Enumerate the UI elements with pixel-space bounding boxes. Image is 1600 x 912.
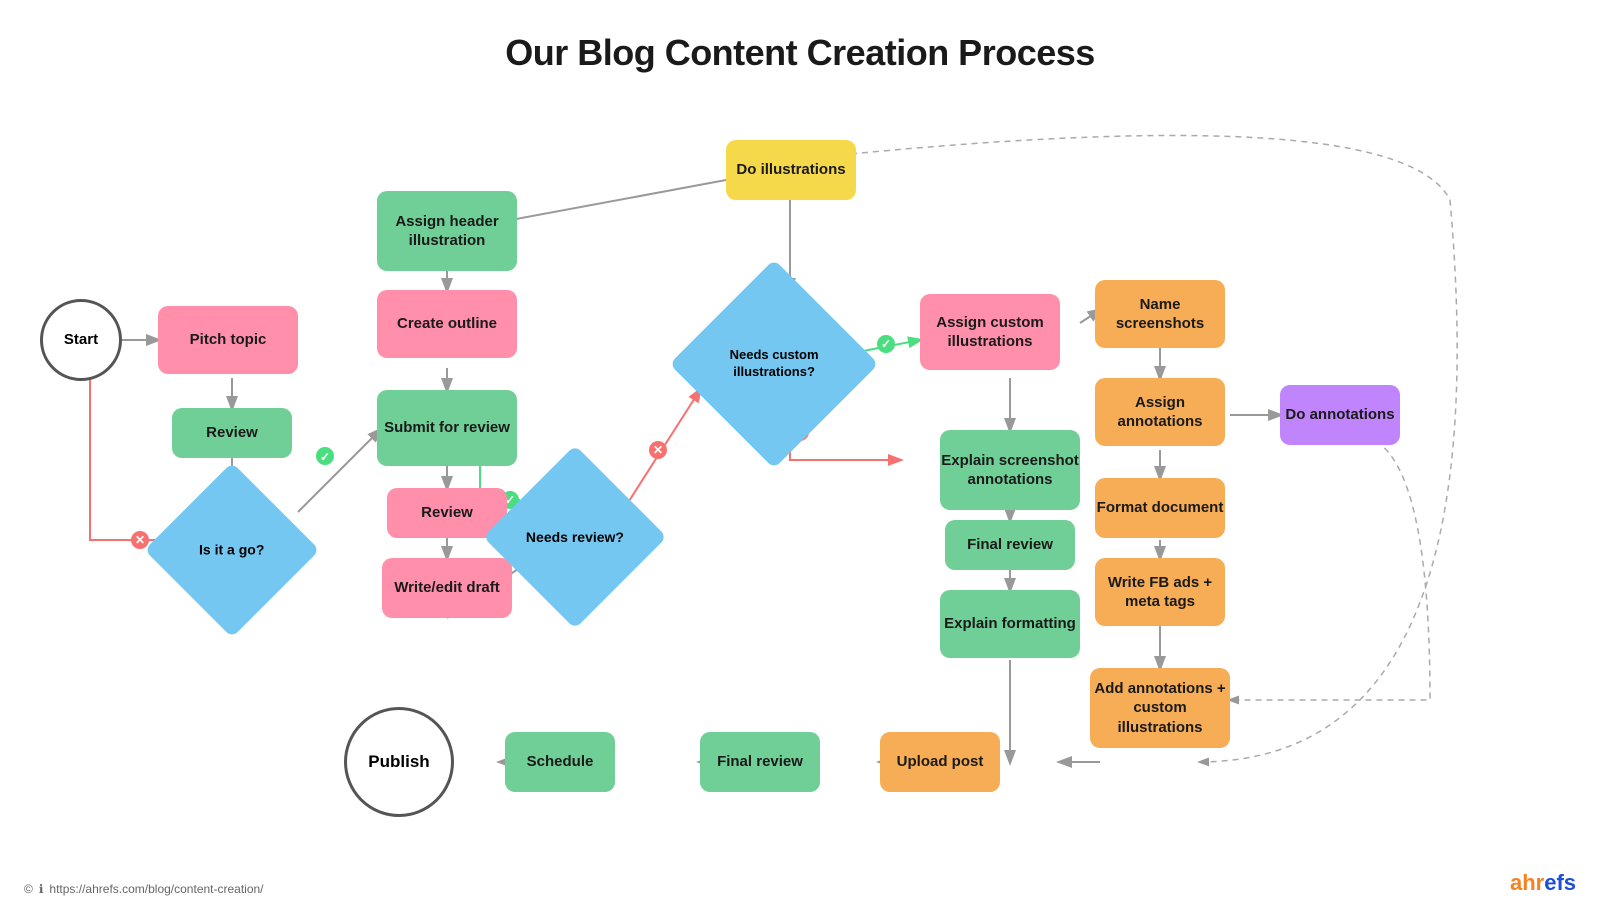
submit-for-review-label: Submit for review [384,418,510,438]
explain-formatting-label: Explain formatting [944,614,1076,634]
final-review2-node: Final review [700,732,820,792]
final-review1-label: Final review [967,535,1053,555]
write-fb-node: Write FB ads + meta tags [1095,558,1225,626]
final-review2-label: Final review [717,752,803,772]
create-outline-node: Create outline [377,290,517,358]
schedule-node: Schedule [505,732,615,792]
brand-orange: ahr [1510,870,1544,895]
do-illustrations-label: Do illustrations [736,160,845,180]
assign-custom-node: Assign custom illustrations [920,294,1060,370]
write-edit-node: Write/edit draft [382,558,512,618]
info-icon: ℹ [39,882,44,896]
do-annotations-label: Do annotations [1285,405,1394,425]
explain-screenshot-label: Explain screenshot annotations [940,451,1080,490]
add-annotations-label: Add annotations + custom illustrations [1090,679,1230,738]
footer-brand: ahrefs [1510,870,1576,896]
svg-text:✕: ✕ [135,533,145,547]
assign-header-node: Assign header illustration [377,191,517,271]
footer-url: https://ahrefs.com/blog/content-creation… [49,882,263,896]
svg-text:✓: ✓ [320,450,330,464]
publish-node: Publish [344,707,454,817]
final-review1-node: Final review [945,520,1075,570]
svg-text:✓: ✓ [881,337,891,351]
explain-screenshot-node: Explain screenshot annotations [940,430,1080,510]
start-node: Start [40,299,122,381]
svg-text:✕: ✕ [653,443,663,457]
format-document-node: Format document [1095,478,1225,538]
submit-for-review-node: Submit for review [377,390,517,466]
needs-custom-container: Needs custom illustrations? [700,290,848,438]
name-screenshots-label: Name screenshots [1095,295,1225,334]
brand-blue: efs [1544,870,1576,895]
page: Our Blog Content Creation Process ✕ [0,0,1600,912]
assign-annotations-label: Assign annotations [1095,393,1225,432]
upload-post-node: Upload post [880,732,1000,792]
needs-custom-label: Needs custom illustrations? [700,347,848,381]
assign-annotations-node: Assign annotations [1095,378,1225,446]
write-edit-label: Write/edit draft [394,578,500,598]
needs-review-label: Needs review? [526,528,624,546]
pitch-topic-node: Pitch topic [158,306,298,374]
is-it-a-go-container: Is it a go? [170,488,294,612]
name-screenshots-node: Name screenshots [1095,280,1225,348]
assign-custom-label: Assign custom illustrations [920,313,1060,352]
review1-node: Review [172,408,292,458]
write-fb-label: Write FB ads + meta tags [1095,573,1225,612]
create-outline-label: Create outline [397,314,497,334]
add-annotations-node: Add annotations + custom illustrations [1090,668,1230,748]
do-illustrations-node: Do illustrations [726,140,856,200]
start-label: Start [64,330,98,350]
review1-label: Review [206,423,258,443]
explain-formatting-node: Explain formatting [940,590,1080,658]
needs-review-container: Needs review? [510,472,640,602]
format-document-label: Format document [1097,498,1224,518]
is-it-a-go-label: Is it a go? [199,541,264,559]
publish-label: Publish [368,751,429,773]
schedule-label: Schedule [527,752,594,772]
review2-label: Review [421,503,473,523]
do-annotations-node: Do annotations [1280,385,1400,445]
footer-left: © ℹ https://ahrefs.com/blog/content-crea… [24,882,264,896]
copyright-icon: © [24,882,33,896]
page-title: Our Blog Content Creation Process [0,0,1600,74]
upload-post-label: Upload post [897,752,984,772]
pitch-topic-label: Pitch topic [190,330,267,350]
assign-header-label: Assign header illustration [377,212,517,251]
